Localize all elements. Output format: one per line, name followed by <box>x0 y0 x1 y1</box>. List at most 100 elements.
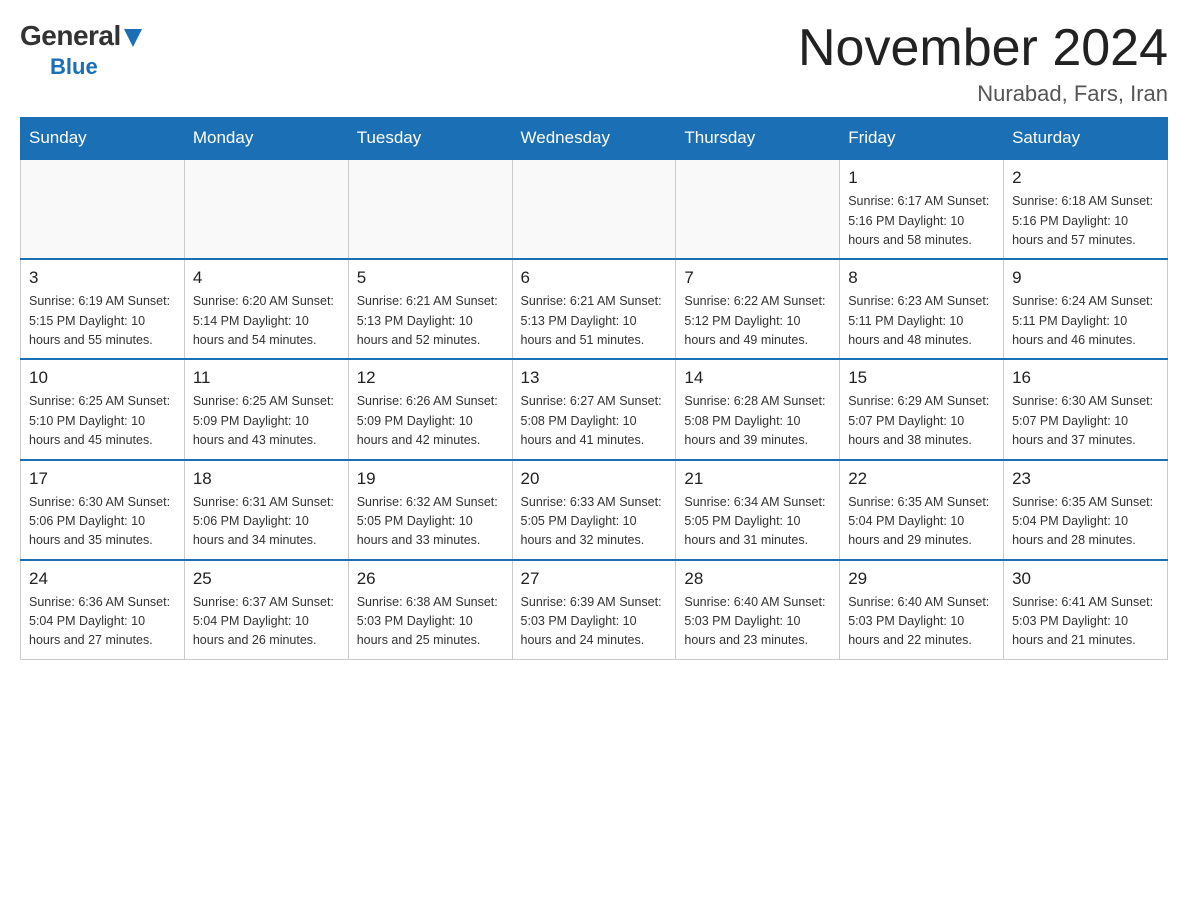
day-number: 21 <box>684 469 831 489</box>
week-row-4: 17Sunrise: 6:30 AM Sunset: 5:06 PM Dayli… <box>21 460 1168 560</box>
day-number: 4 <box>193 268 340 288</box>
day-info: Sunrise: 6:27 AM Sunset: 5:08 PM Dayligh… <box>521 392 668 450</box>
day-number: 6 <box>521 268 668 288</box>
week-row-3: 10Sunrise: 6:25 AM Sunset: 5:10 PM Dayli… <box>21 359 1168 459</box>
day-cell: 13 Sunrise: 6:27 AM Sunset: 5:08 PM Dayli… <box>512 359 676 459</box>
page-header: General Blue November 2024 Nurabad, Fars… <box>20 20 1168 107</box>
day-info: Sunrise: 6:32 AM Sunset: 5:05 PM Dayligh… <box>357 493 504 551</box>
day-info: Sunrise: 6:41 AM Sunset: 5:03 PM Dayligh… <box>1012 593 1159 651</box>
day-info: Sunrise: 6:34 AM Sunset: 5:05 PM Dayligh… <box>684 493 831 551</box>
day-cell: 29 Sunrise: 6:40 AM Sunset: 5:03 PM Dayli… <box>840 560 1004 660</box>
day-cell: 3 Sunrise: 6:19 AM Sunset: 5:15 PM Daylig… <box>21 259 185 359</box>
day-info: Sunrise: 6:35 AM Sunset: 5:04 PM Dayligh… <box>1012 493 1159 551</box>
day-number: 1 <box>848 168 995 188</box>
day-number: 11 <box>193 368 340 388</box>
day-number: 13 <box>521 368 668 388</box>
header-tuesday: Tuesday <box>348 118 512 160</box>
day-cell: 15 Sunrise: 6:29 AM Sunset: 5:07 PM Dayli… <box>840 359 1004 459</box>
day-info: Sunrise: 6:25 AM Sunset: 5:10 PM Dayligh… <box>29 392 176 450</box>
day-info: Sunrise: 6:30 AM Sunset: 5:07 PM Dayligh… <box>1012 392 1159 450</box>
location: Nurabad, Fars, Iran <box>798 81 1168 107</box>
day-info: Sunrise: 6:25 AM Sunset: 5:09 PM Dayligh… <box>193 392 340 450</box>
day-cell: 2Sunrise: 6:18 AM Sunset: 5:16 PM Daylig… <box>1004 159 1168 259</box>
day-cell: 26Sunrise: 6:38 AM Sunset: 5:03 PM Dayli… <box>348 560 512 660</box>
day-cell <box>184 159 348 259</box>
day-cell: 22 Sunrise: 6:35 AM Sunset: 5:04 PM Dayli… <box>840 460 1004 560</box>
day-cell: 4 Sunrise: 6:20 AM Sunset: 5:14 PM Daylig… <box>184 259 348 359</box>
day-cell: 6 Sunrise: 6:21 AM Sunset: 5:13 PM Daylig… <box>512 259 676 359</box>
day-info: Sunrise: 6:21 AM Sunset: 5:13 PM Dayligh… <box>521 292 668 350</box>
day-number: 27 <box>521 569 668 589</box>
day-number: 9 <box>1012 268 1159 288</box>
day-info: Sunrise: 6:29 AM Sunset: 5:07 PM Dayligh… <box>848 392 995 450</box>
day-cell <box>348 159 512 259</box>
day-number: 20 <box>521 469 668 489</box>
day-info: Sunrise: 6:40 AM Sunset: 5:03 PM Dayligh… <box>684 593 831 651</box>
day-number: 24 <box>29 569 176 589</box>
day-number: 15 <box>848 368 995 388</box>
day-cell <box>512 159 676 259</box>
day-info: Sunrise: 6:26 AM Sunset: 5:09 PM Dayligh… <box>357 392 504 450</box>
day-info: Sunrise: 6:28 AM Sunset: 5:08 PM Dayligh… <box>684 392 831 450</box>
day-number: 8 <box>848 268 995 288</box>
day-info: Sunrise: 6:20 AM Sunset: 5:14 PM Dayligh… <box>193 292 340 350</box>
day-info: Sunrise: 6:40 AM Sunset: 5:03 PM Dayligh… <box>848 593 995 651</box>
day-cell: 8 Sunrise: 6:23 AM Sunset: 5:11 PM Daylig… <box>840 259 1004 359</box>
day-info: Sunrise: 6:35 AM Sunset: 5:04 PM Dayligh… <box>848 493 995 551</box>
day-cell: 1Sunrise: 6:17 AM Sunset: 5:16 PM Daylig… <box>840 159 1004 259</box>
day-cell: 28Sunrise: 6:40 AM Sunset: 5:03 PM Dayli… <box>676 560 840 660</box>
day-number: 29 <box>848 569 995 589</box>
day-cell: 18Sunrise: 6:31 AM Sunset: 5:06 PM Dayli… <box>184 460 348 560</box>
month-title: November 2024 <box>798 20 1168 77</box>
day-cell: 7 Sunrise: 6:22 AM Sunset: 5:12 PM Daylig… <box>676 259 840 359</box>
day-cell <box>676 159 840 259</box>
header-sunday: Sunday <box>21 118 185 160</box>
day-number: 23 <box>1012 469 1159 489</box>
day-info: Sunrise: 6:19 AM Sunset: 5:15 PM Dayligh… <box>29 292 176 350</box>
day-number: 14 <box>684 368 831 388</box>
header-monday: Monday <box>184 118 348 160</box>
day-info: Sunrise: 6:33 AM Sunset: 5:05 PM Dayligh… <box>521 493 668 551</box>
day-info: Sunrise: 6:22 AM Sunset: 5:12 PM Dayligh… <box>684 292 831 350</box>
header-saturday: Saturday <box>1004 118 1168 160</box>
day-info: Sunrise: 6:24 AM Sunset: 5:11 PM Dayligh… <box>1012 292 1159 350</box>
day-info: Sunrise: 6:36 AM Sunset: 5:04 PM Dayligh… <box>29 593 176 651</box>
header-friday: Friday <box>840 118 1004 160</box>
week-row-2: 3 Sunrise: 6:19 AM Sunset: 5:15 PM Daylig… <box>21 259 1168 359</box>
header-thursday: Thursday <box>676 118 840 160</box>
day-cell: 17Sunrise: 6:30 AM Sunset: 5:06 PM Dayli… <box>21 460 185 560</box>
day-info: Sunrise: 6:18 AM Sunset: 5:16 PM Dayligh… <box>1012 192 1159 250</box>
day-cell: 16Sunrise: 6:30 AM Sunset: 5:07 PM Dayli… <box>1004 359 1168 459</box>
day-cell: 9 Sunrise: 6:24 AM Sunset: 5:11 PM Daylig… <box>1004 259 1168 359</box>
day-cell: 5 Sunrise: 6:21 AM Sunset: 5:13 PM Daylig… <box>348 259 512 359</box>
logo-triangle-icon <box>124 22 142 54</box>
day-info: Sunrise: 6:38 AM Sunset: 5:03 PM Dayligh… <box>357 593 504 651</box>
day-cell: 11 Sunrise: 6:25 AM Sunset: 5:09 PM Dayli… <box>184 359 348 459</box>
day-cell: 30 Sunrise: 6:41 AM Sunset: 5:03 PM Dayli… <box>1004 560 1168 660</box>
day-cell <box>21 159 185 259</box>
day-cell: 21 Sunrise: 6:34 AM Sunset: 5:05 PM Dayli… <box>676 460 840 560</box>
day-cell: 27Sunrise: 6:39 AM Sunset: 5:03 PM Dayli… <box>512 560 676 660</box>
logo-blue: Blue <box>50 54 98 80</box>
day-cell: 12 Sunrise: 6:26 AM Sunset: 5:09 PM Dayli… <box>348 359 512 459</box>
calendar-header-row: SundayMondayTuesdayWednesdayThursdayFrid… <box>21 118 1168 160</box>
day-number: 22 <box>848 469 995 489</box>
week-row-1: 1Sunrise: 6:17 AM Sunset: 5:16 PM Daylig… <box>21 159 1168 259</box>
day-number: 7 <box>684 268 831 288</box>
day-cell: 10Sunrise: 6:25 AM Sunset: 5:10 PM Dayli… <box>21 359 185 459</box>
day-cell: 19Sunrise: 6:32 AM Sunset: 5:05 PM Dayli… <box>348 460 512 560</box>
day-number: 17 <box>29 469 176 489</box>
day-cell: 23 Sunrise: 6:35 AM Sunset: 5:04 PM Dayli… <box>1004 460 1168 560</box>
day-info: Sunrise: 6:37 AM Sunset: 5:04 PM Dayligh… <box>193 593 340 651</box>
day-info: Sunrise: 6:31 AM Sunset: 5:06 PM Dayligh… <box>193 493 340 551</box>
day-number: 25 <box>193 569 340 589</box>
logo: General Blue <box>20 20 142 80</box>
day-number: 3 <box>29 268 176 288</box>
day-info: Sunrise: 6:23 AM Sunset: 5:11 PM Dayligh… <box>848 292 995 350</box>
title-area: November 2024 Nurabad, Fars, Iran <box>798 20 1168 107</box>
day-number: 30 <box>1012 569 1159 589</box>
day-number: 12 <box>357 368 504 388</box>
day-number: 5 <box>357 268 504 288</box>
day-info: Sunrise: 6:21 AM Sunset: 5:13 PM Dayligh… <box>357 292 504 350</box>
logo-general: General <box>20 20 142 54</box>
